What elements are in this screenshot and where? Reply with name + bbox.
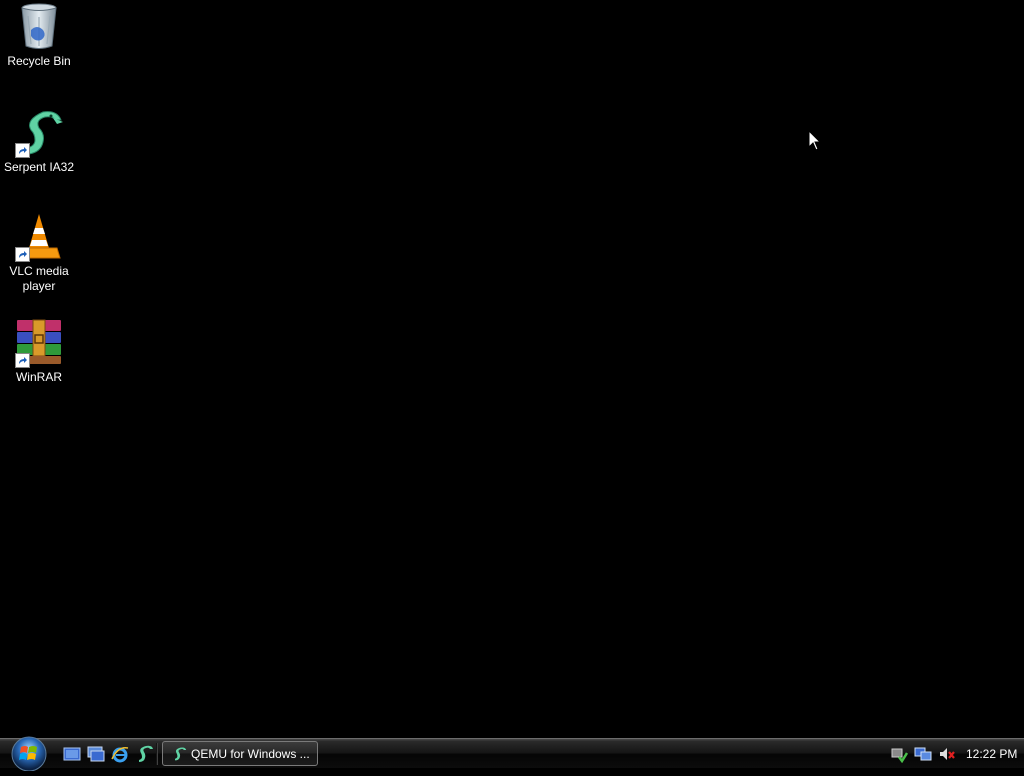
desktop-icon-label: Serpent IA32 [3,160,75,174]
desktop-icon-recycle-bin[interactable]: Recycle Bin [1,2,77,69]
start-button[interactable] [8,735,50,772]
mouse-cursor-icon [808,130,822,151]
shortcut-arrow-icon [15,143,30,158]
switch-windows-icon[interactable] [86,744,106,764]
task-button-label: QEMU for Windows ... [191,746,310,761]
winrar-icon [13,318,65,368]
taskbar: QEMU for Windows ... 12:22 PM [0,735,1024,772]
serpent-icon[interactable] [134,744,154,764]
desktop-icon-serpent[interactable]: Serpent IA32 [1,108,77,175]
desktop-icon-label: WinRAR [15,370,62,384]
network-icon[interactable] [914,745,932,763]
internet-explorer-icon[interactable] [110,744,130,764]
taskbar-separator [156,743,158,765]
safely-remove-hardware-icon[interactable] [890,745,909,763]
recycle-bin-icon [13,2,65,52]
serpent-icon [13,108,65,158]
system-tray: 12:22 PM [884,739,1024,768]
vlc-cone-icon [13,212,65,262]
quick-launch-bar [62,744,154,764]
desktop[interactable]: Recycle Bin Serpent IA32 VLC media playe… [0,0,1024,738]
desktop-icon-vlc[interactable]: VLC media player [1,212,77,294]
shortcut-arrow-icon [15,353,30,368]
shortcut-arrow-icon [15,247,30,262]
show-desktop-icon[interactable] [62,744,82,764]
desktop-icon-label: Recycle Bin [7,54,71,68]
taskbar-clock[interactable]: 12:22 PM [966,747,1017,761]
desktop-icon-label: VLC media player [9,264,69,293]
serpent-icon [175,746,187,760]
volume-muted-icon[interactable] [938,745,956,763]
desktop-icon-winrar[interactable]: WinRAR [1,318,77,385]
windows-orb-icon [11,736,47,772]
task-button-qemu[interactable]: QEMU for Windows ... [162,741,318,766]
